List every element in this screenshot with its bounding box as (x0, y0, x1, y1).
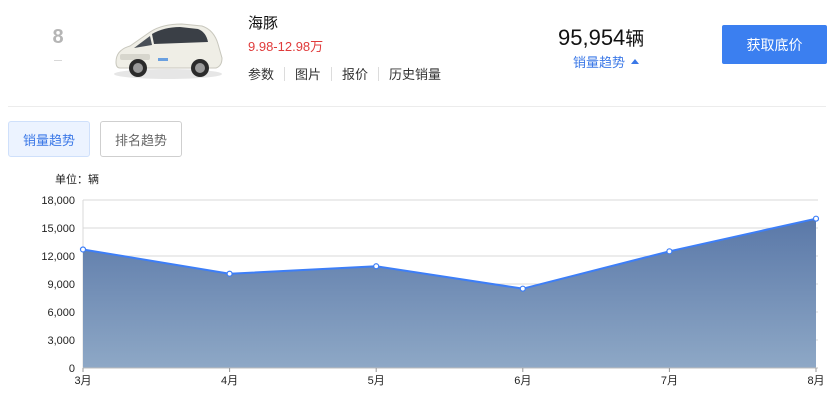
sales-value: 95,954 (558, 25, 626, 50)
y-tick-label: 0 (69, 363, 75, 375)
data-point[interactable] (519, 285, 526, 292)
car-price-range: 9.98-12.98万 (248, 39, 324, 54)
series-area (83, 218, 816, 368)
y-tick-label: 3,000 (47, 335, 75, 347)
tab-rank-trend[interactable]: 排名趋势 (100, 121, 182, 157)
x-tick-label: 6月 (514, 375, 531, 387)
link-images[interactable]: 图片 (295, 64, 321, 83)
x-tick-label: 5月 (368, 375, 385, 387)
x-tick-label: 4月 (221, 375, 238, 387)
x-tick-label: 7月 (661, 375, 678, 387)
link-history-sales[interactable]: 历史销量 (389, 64, 441, 83)
sales-unit: 辆 (625, 28, 645, 50)
y-tick-label: 9,000 (47, 279, 75, 291)
data-point[interactable] (812, 215, 820, 222)
sales-trend-toggle[interactable]: 销量趋势 (573, 52, 640, 71)
car-name[interactable]: 海豚 (248, 12, 278, 33)
data-point[interactable] (79, 246, 87, 253)
sales-total: 95,954辆 (558, 24, 644, 51)
car-links: 参数 图片 报价 历史销量 (248, 64, 441, 83)
x-tick-label: 3月 (74, 375, 91, 387)
rank-number: 8 (52, 26, 64, 48)
sales-trend-label: 销量趋势 (573, 56, 626, 71)
x-tick-label: 8月 (807, 375, 824, 387)
caret-up-icon (631, 59, 640, 64)
y-tick-label: 12,000 (41, 251, 75, 263)
link-separator (378, 66, 380, 81)
data-point[interactable] (226, 270, 233, 277)
link-separator (331, 66, 333, 81)
data-point[interactable] (373, 263, 380, 270)
get-lowest-price-button[interactable]: 获取底价 (722, 25, 827, 64)
data-point[interactable] (666, 248, 673, 255)
y-tick-label: 6,000 (47, 307, 75, 319)
rank-change-indicator (54, 60, 62, 61)
link-separator (284, 66, 286, 81)
car-image[interactable] (110, 14, 226, 82)
link-params[interactable]: 参数 (248, 64, 274, 83)
y-tick-label: 18,000 (41, 195, 75, 207)
y-tick-label: 15,000 (41, 223, 75, 235)
sales-trend-chart: 0 3,000 6,000 9,000 12,000 15,000 18,000 3月 4月 5月… (41, 195, 824, 387)
tab-sales-trend[interactable]: 销量趋势 (8, 121, 90, 157)
section-divider (8, 106, 826, 107)
link-quote[interactable]: 报价 (342, 64, 368, 83)
